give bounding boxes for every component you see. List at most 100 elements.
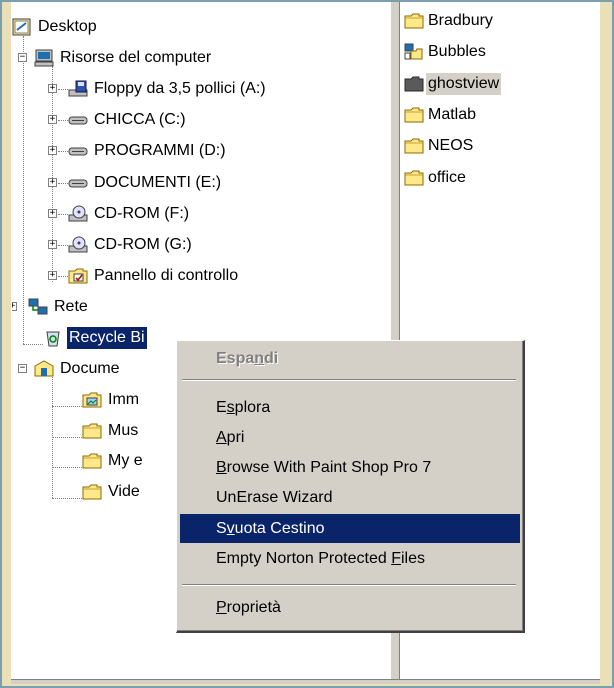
menu-item-espandi[interactable]: Espandi [180,344,520,373]
menu-item-accelerator: F [391,550,401,567]
tree-line [58,120,68,121]
tree-item-label: PROGRAMMI (D:) [94,142,226,159]
menu-item-accelerator: n [254,350,265,367]
menu-item-apri[interactable]: Apri [180,423,520,452]
tree-item-label: Imm [108,391,140,408]
tree-item-floppy[interactable]: Floppy da 3,5 pollici (A:) [68,78,368,100]
shortcut-folder-icon [404,43,424,61]
expand-toggle[interactable]: + [12,302,17,311]
tree-item-label: Desktop [38,18,97,35]
expand-toggle[interactable]: + [48,115,57,124]
tree-line [58,183,68,184]
menu-separator [182,584,516,586]
file-item-label: NEOS [428,137,474,154]
tree-item-label: Docume [60,360,120,377]
menu-item-esplora[interactable]: Esplora [180,393,520,422]
window-bottom-edge [11,679,600,684]
tree-item-drive-d[interactable]: PROGRAMMI (D:) [68,140,368,162]
tree-item-label: Rete [54,298,88,315]
tree-item-drive-e[interactable]: DOCUMENTI (E:) [68,172,368,194]
file-item-label: Bradbury [428,12,493,29]
tree-line [58,89,68,90]
hard-drive-icon [68,111,88,129]
collapse-toggle[interactable]: − [18,53,27,62]
menu-item-accelerator: A [216,429,227,446]
desktop-icon [12,18,32,36]
folder-icon [404,106,424,124]
folder-icon [404,137,424,155]
file-item-label: ghostview [426,73,502,95]
tree-item-label: DOCUMENTI (E:) [94,174,222,191]
file-item-label: Bubbles [428,43,486,60]
tree-line [52,406,82,407]
folder-icon [82,483,102,501]
folder-icon [82,452,102,470]
menu-item-accelerator: B [216,459,227,476]
tree-item-label: Mus [108,422,139,439]
tree-item-cdrom-g[interactable]: CD-ROM (G:) [68,234,368,256]
expand-toggle[interactable]: + [48,240,57,249]
documents-folder-icon [34,360,54,378]
expand-toggle[interactable]: + [48,209,57,218]
folder-icon [404,75,424,93]
menu-item-text: UnErase Wizard [216,489,333,506]
floppy-drive-icon [68,80,88,98]
tree-line [58,245,68,246]
cdrom-drive-icon [68,205,88,223]
menu-item-text: roprietà [226,599,281,616]
tree-item-label: CD-ROM (F:) [94,205,190,222]
tree-line [58,276,68,277]
tree-item-drive-c[interactable]: CHICCA (C:) [68,109,368,131]
tree-item-control-panel[interactable]: Pannello di controllo [68,265,368,287]
tree-line [23,36,24,344]
expand-toggle[interactable]: + [48,178,57,187]
menu-item-proprieta[interactable]: Proprietà [180,593,520,622]
computer-icon [34,49,54,67]
menu-separator [182,379,516,381]
menu-item-text: plora [234,399,271,416]
tree-item-label: CD-ROM (G:) [94,236,192,253]
menu-item-text: S [216,520,227,537]
pictures-folder-icon [82,391,102,409]
menu-item-unerase-wizard[interactable]: UnErase Wizard [180,483,520,512]
menu-item-svuota-cestino[interactable]: Svuota Cestino [180,514,520,543]
tree-item-label: Vide [108,483,140,500]
tree-item-label: CHICCA (C:) [94,111,186,128]
tree-line [52,498,82,499]
tree-item-label: Pannello di controllo [94,267,239,284]
tree-item-label: Floppy da 3,5 pollici (A:) [94,80,266,97]
menu-item-text: iles [400,550,425,567]
tree-item-cdrom-f[interactable]: CD-ROM (F:) [68,203,368,225]
tree-line [58,151,68,152]
file-item-label: office [428,169,466,186]
expand-toggle[interactable]: + [48,146,57,155]
menu-item-accelerator: P [216,599,227,616]
tree-item-label: My e [108,452,143,469]
tree-item-risorse[interactable]: Risorse del computer [34,47,294,69]
tree-line [52,467,82,468]
menu-item-text: di [264,350,279,367]
tree-line [58,214,68,215]
cdrom-drive-icon [68,236,88,254]
menu-item-text: uota Cestino [234,520,325,537]
tree-item-desktop[interactable]: Desktop [12,16,212,38]
expand-toggle[interactable]: + [48,271,57,280]
folder-icon [82,422,102,440]
tree-item-rete[interactable]: Rete [28,296,228,318]
network-icon [28,298,48,316]
file-item-label: Matlab [428,106,477,123]
hard-drive-icon [68,142,88,160]
menu-item-accelerator: v [226,520,235,537]
expand-toggle[interactable]: + [48,84,57,93]
explorer-window: Desktop − Risorse del computer + Floppy … [0,0,614,688]
tree-item-label: Risorse del computer [60,49,212,66]
collapse-toggle[interactable]: − [18,364,27,373]
menu-item-empty-norton[interactable]: Empty Norton Protected Files [180,544,520,573]
recycle-bin-icon [43,329,63,347]
tree-line [52,66,53,282]
control-panel-icon [68,267,88,285]
tree-line [52,437,82,438]
menu-item-browse-paint-shop[interactable]: Browse With Paint Shop Pro 7 [180,453,520,482]
menu-item-text: Espa [216,350,255,367]
tree-item-label: Recycle Bi [67,327,147,349]
